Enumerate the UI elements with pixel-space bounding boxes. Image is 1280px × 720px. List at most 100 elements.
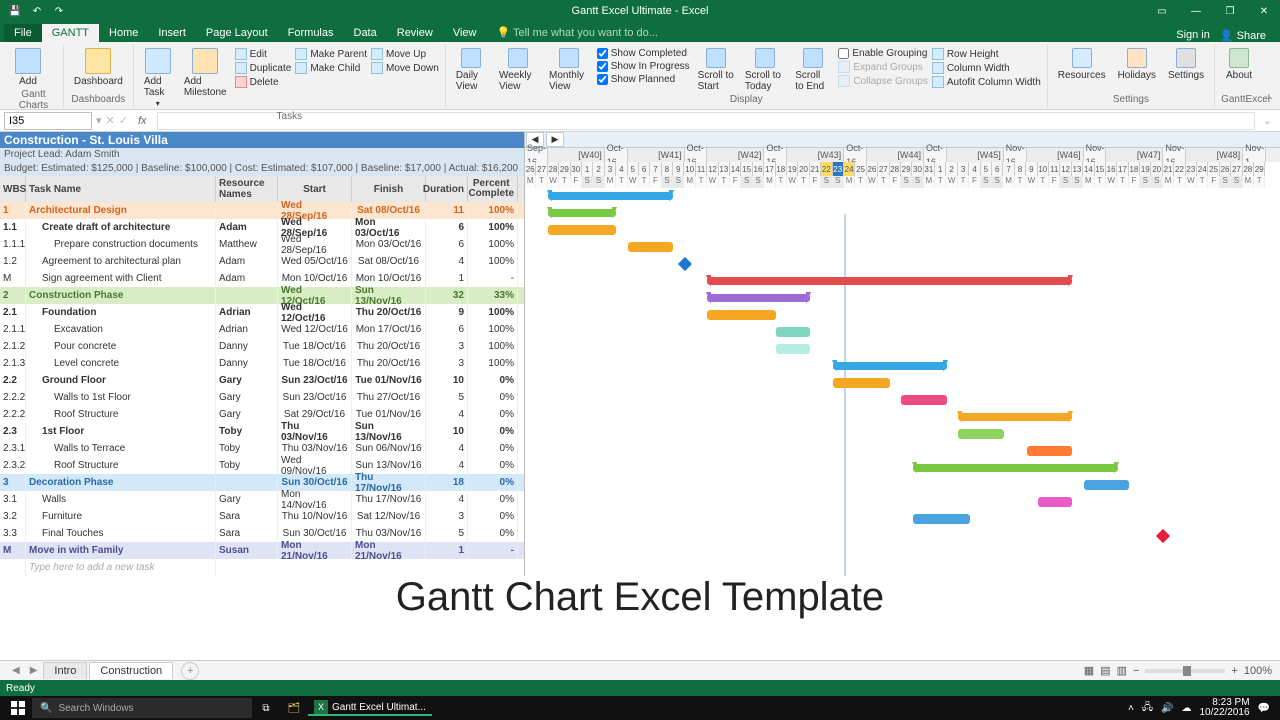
col-finish[interactable]: Finish [352, 176, 426, 202]
tray-volume-icon[interactable]: 🔊 [1161, 703, 1173, 714]
table-row[interactable]: 3.1WallsGaryMon 14/Nov/16Thu 17/Nov/1640… [0, 491, 524, 508]
table-row[interactable]: 2.3.2Roof StructureTobyWed 09/Nov/16Sun … [0, 457, 524, 474]
cancel-formula-icon[interactable]: ✕ [106, 114, 115, 127]
dashboard-button[interactable]: Dashboard [70, 46, 127, 89]
col-wbs[interactable]: WBS [0, 176, 26, 202]
table-row[interactable]: 2.1FoundationAdrianWed 12/Oct/16Thu 20/O… [0, 304, 524, 321]
gantt-task-bar[interactable] [958, 429, 1004, 439]
settings-button[interactable]: Settings [1164, 46, 1208, 83]
gantt-summary-bar[interactable] [548, 209, 616, 217]
gantt-task-bar[interactable] [628, 242, 674, 252]
duplicate-task-button[interactable]: Duplicate [235, 62, 292, 74]
gantt-task-bar[interactable] [548, 225, 616, 235]
gantt-task-bar[interactable] [1084, 480, 1130, 490]
col-res[interactable]: Resource Names [216, 176, 278, 202]
move-up-button[interactable]: Move Up [371, 48, 439, 60]
undo-icon[interactable]: ↶ [30, 4, 44, 18]
table-row[interactable]: 2Construction PhaseWed 12/Oct/16Sun 13/N… [0, 287, 524, 304]
table-row[interactable]: MMove in with FamilySusanMon 21/Nov/16Mo… [0, 542, 524, 559]
table-row[interactable]: 2.3.1Walls to TerraceTobyThu 03/Nov/16Su… [0, 440, 524, 457]
gantt-summary-bar[interactable] [958, 413, 1072, 421]
sheet-nav-next[interactable]: ▶ [26, 665, 42, 676]
tab-home[interactable]: Home [99, 24, 148, 42]
view-normal-icon[interactable]: ▦ [1084, 664, 1094, 677]
table-row[interactable]: 1.1.1Prepare construction documentsMatth… [0, 236, 524, 253]
gantt-summary-bar[interactable] [548, 192, 673, 200]
gantt-milestone[interactable] [1156, 529, 1170, 543]
holidays-button[interactable]: Holidays [1114, 46, 1160, 83]
scroll-today-button[interactable]: Scroll to Today [741, 46, 789, 94]
gantt-task-bar[interactable] [833, 378, 890, 388]
col-pct[interactable]: Percent Complete [468, 176, 518, 202]
table-row[interactable]: 1.2Agreement to architectural planAdamWe… [0, 253, 524, 270]
gantt-milestone[interactable] [678, 257, 692, 271]
minimize-icon[interactable]: — [1180, 0, 1212, 22]
collapse-groups-button[interactable]: Collapse Groups [838, 75, 927, 87]
monthly-view-button[interactable]: Monthly View [545, 46, 593, 94]
show-inprogress-check[interactable]: Show In Progress [597, 61, 690, 72]
share-button[interactable]: 👤 Share [1220, 29, 1266, 42]
gantt-task-bar[interactable] [1027, 446, 1073, 456]
signin-link[interactable]: Sign in [1176, 29, 1210, 42]
edit-task-button[interactable]: Edit [235, 48, 292, 60]
add-task-button[interactable]: Add Task▾ [140, 46, 176, 111]
resources-button[interactable]: Resources [1054, 46, 1110, 83]
table-row[interactable]: 1.1Create draft of architectureAdamWed 2… [0, 219, 524, 236]
gantt-task-bar[interactable] [707, 310, 775, 320]
enter-formula-icon[interactable]: ✓ [119, 114, 128, 127]
tab-page-layout[interactable]: Page Layout [196, 24, 278, 42]
name-box[interactable] [4, 112, 92, 130]
gantt-summary-bar[interactable] [913, 464, 1118, 472]
zoom-slider[interactable] [1145, 669, 1225, 673]
tray-chevron-icon[interactable]: ˄ [1128, 703, 1134, 714]
tab-file[interactable]: File [4, 24, 42, 42]
gantt-summary-bar[interactable] [707, 277, 1072, 285]
col-start[interactable]: Start [278, 176, 352, 202]
gantt-task-bar[interactable] [901, 395, 947, 405]
tab-data[interactable]: Data [344, 24, 387, 42]
table-row[interactable]: 3.3Final TouchesSaraSun 30/Oct/16Thu 03/… [0, 525, 524, 542]
make-child-button[interactable]: Make Child [295, 62, 367, 74]
table-row[interactable]: 2.1.2Pour concreteDannyTue 18/Oct/16Thu … [0, 338, 524, 355]
table-row[interactable]: 2.1.3Level concreteDannyTue 18/Oct/16Thu… [0, 355, 524, 372]
gantt-summary-bar[interactable] [707, 294, 810, 302]
sheet-nav-prev[interactable]: ◀ [8, 665, 24, 676]
gantt-task-bar[interactable] [913, 514, 970, 524]
view-page-break-icon[interactable]: ▥ [1117, 664, 1127, 677]
gantt-summary-bar[interactable] [833, 362, 947, 370]
table-row[interactable]: 2.2.2Roof StructureGarySat 29/Oct/16Tue … [0, 406, 524, 423]
start-button[interactable] [4, 696, 32, 720]
table-row[interactable]: 3Decoration PhaseSun 30/Oct/16Thu 17/Nov… [0, 474, 524, 491]
tab-gantt[interactable]: GANTT [42, 24, 99, 42]
table-row[interactable]: 2.1.1ExcavationAdrianWed 12/Oct/16Mon 17… [0, 321, 524, 338]
tray-onedrive-icon[interactable]: ☁ [1181, 703, 1191, 714]
tab-formulas[interactable]: Formulas [278, 24, 344, 42]
new-task-row[interactable]: Type here to add a new task [0, 559, 524, 576]
gantt-task-bar[interactable] [776, 327, 810, 337]
save-icon[interactable]: 💾 [8, 4, 22, 18]
ribbon-display-icon[interactable]: ▭ [1146, 0, 1178, 22]
scroll-start-button[interactable]: Scroll to Start [694, 46, 739, 94]
action-center-icon[interactable]: 💬 [1258, 703, 1270, 714]
tab-review[interactable]: Review [387, 24, 443, 42]
taskbar-search[interactable]: 🔍 Search Windows [32, 698, 252, 718]
zoom-in-icon[interactable]: + [1231, 665, 1237, 677]
task-view-icon[interactable]: ⧉ [252, 696, 280, 720]
expand-groups-button[interactable]: Expand Groups [838, 61, 927, 73]
table-row[interactable]: 2.2.2Walls to 1st FloorGarySun 23/Oct/16… [0, 389, 524, 406]
redo-icon[interactable]: ↷ [52, 4, 66, 18]
add-sheet-button[interactable]: + [181, 662, 199, 680]
taskbar-excel[interactable]: X Gantt Excel Ultimat... [308, 700, 432, 716]
col-width-button[interactable]: Column Width [932, 62, 1041, 74]
sheet-tab-construction[interactable]: Construction [89, 662, 173, 679]
daily-view-button[interactable]: Daily View [452, 46, 491, 94]
taskbar-clock[interactable]: 8:23 PM10/22/2016 [1199, 698, 1249, 718]
zoom-level[interactable]: 100% [1244, 665, 1272, 677]
close-icon[interactable]: ✕ [1248, 0, 1280, 22]
view-page-layout-icon[interactable]: ▤ [1100, 664, 1110, 677]
zoom-out-icon[interactable]: − [1133, 665, 1139, 677]
file-explorer-icon[interactable]: 🗂 [280, 696, 308, 720]
sheet-tab-intro[interactable]: Intro [43, 662, 87, 679]
tab-insert[interactable]: Insert [148, 24, 196, 42]
move-down-button[interactable]: Move Down [371, 62, 439, 74]
